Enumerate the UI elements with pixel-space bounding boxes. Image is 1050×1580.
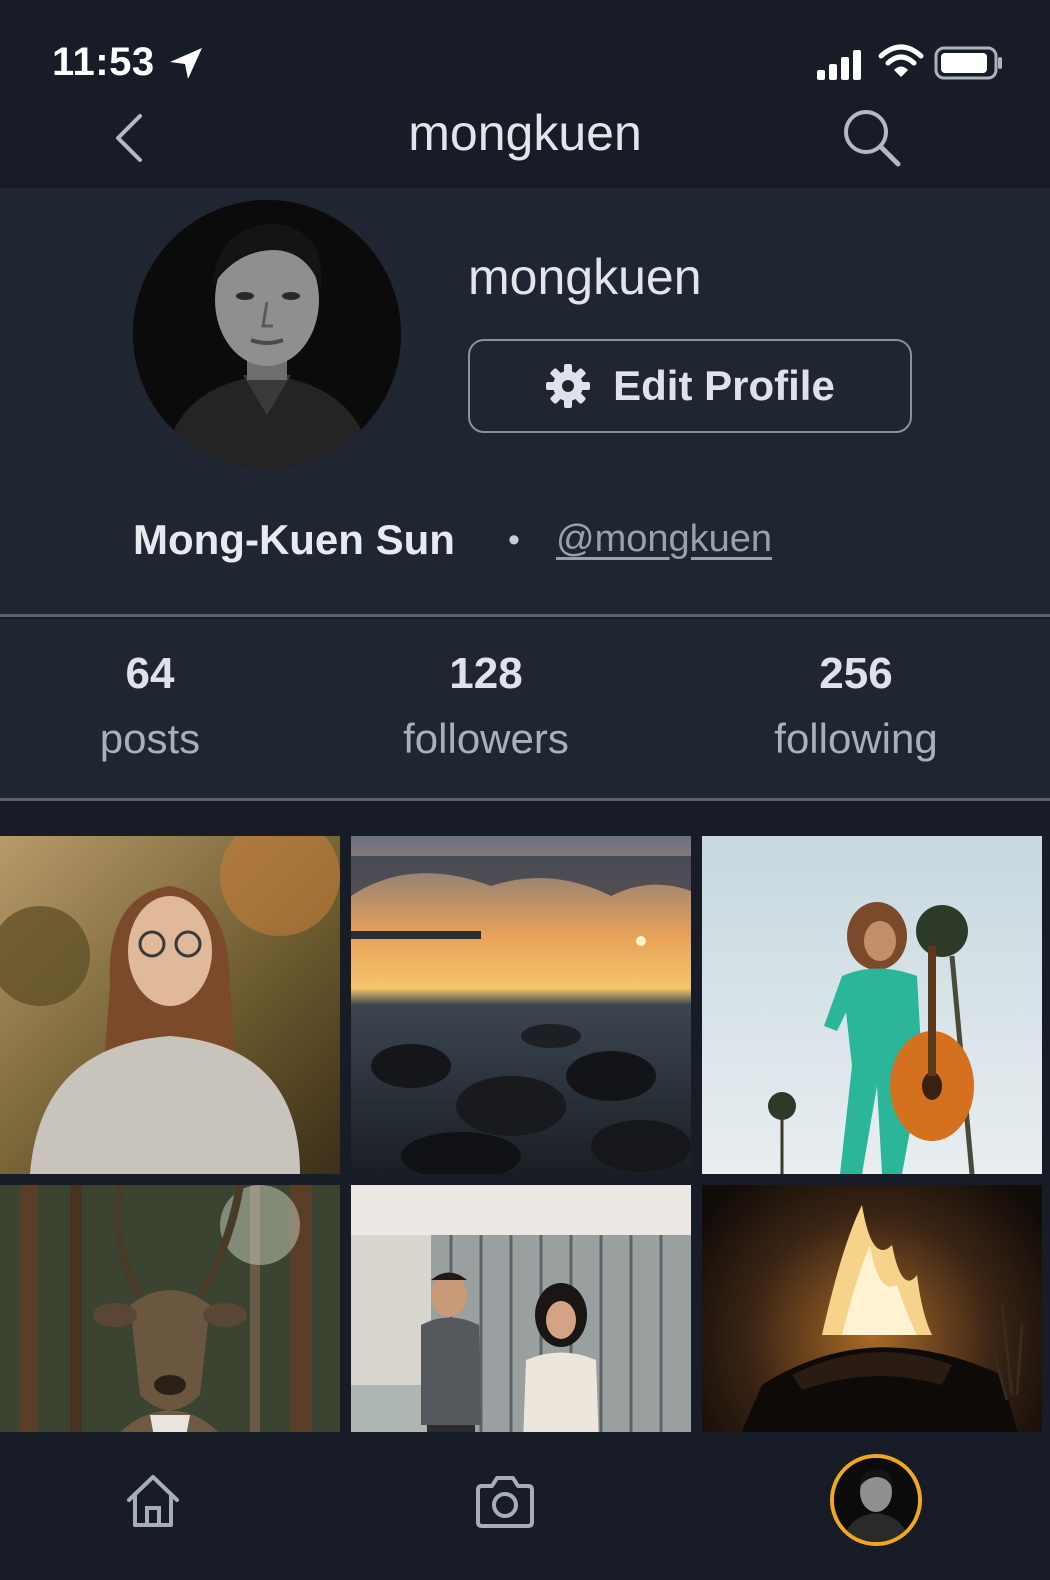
divider [0, 614, 1050, 617]
profile-tab-avatar[interactable] [830, 1454, 922, 1546]
avatar[interactable] [133, 200, 401, 468]
post-thumbnail[interactable] [0, 836, 340, 1174]
stat-count: 256 [819, 649, 893, 698]
stat-label: following [774, 715, 938, 762]
stat-count: 64 [125, 649, 175, 698]
profile-header: mongkuen Edit Profile Mong-Kuen Sun • @m… [0, 188, 1050, 616]
status-time: 11:53 [52, 40, 155, 84]
post-thumbnail[interactable] [0, 1185, 340, 1438]
profile-stats: 64 posts 128 followers 256 following [0, 619, 1050, 800]
profile-username: mongkuen [468, 249, 702, 305]
nav-bar: mongkuen [0, 100, 1050, 188]
divider [0, 798, 1050, 801]
home-icon[interactable] [124, 1472, 182, 1530]
wifi-icon [878, 44, 924, 77]
location-arrow-icon [170, 48, 202, 79]
gear-icon [546, 364, 591, 408]
post-thumbnail[interactable] [702, 1185, 1042, 1438]
edit-profile-label: Edit Profile [613, 362, 835, 409]
profile-full-name: Mong-Kuen Sun [133, 516, 455, 563]
post-thumbnail[interactable] [351, 836, 691, 1174]
search-icon[interactable] [840, 106, 902, 168]
tab-bar [0, 1432, 1050, 1580]
stat-followers[interactable]: 128 followers [356, 649, 616, 763]
status-bar: 11:53 [0, 0, 1050, 100]
battery-icon [934, 46, 1002, 80]
post-thumbnail[interactable] [702, 836, 1042, 1174]
profile-handle-link[interactable]: @mongkuen [556, 518, 772, 561]
stat-posts[interactable]: 64 posts [20, 649, 280, 763]
post-thumbnail[interactable] [351, 1185, 691, 1438]
name-separator: • [508, 521, 520, 559]
stat-label: posts [99, 715, 201, 762]
avatar-photo [133, 200, 401, 468]
cellular-signal-icon [817, 50, 861, 80]
edit-profile-button[interactable]: Edit Profile [468, 339, 912, 433]
camera-icon[interactable] [474, 1474, 536, 1530]
stat-following[interactable]: 256 following [726, 649, 986, 763]
posts-grid [0, 836, 1050, 1438]
stat-label: followers [403, 715, 569, 762]
stat-count: 128 [449, 649, 523, 698]
